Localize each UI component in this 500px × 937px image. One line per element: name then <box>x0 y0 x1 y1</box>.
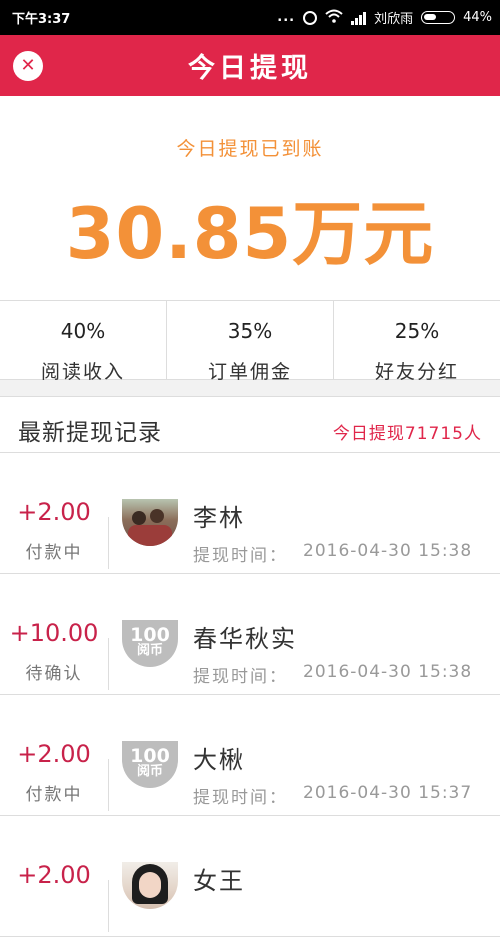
record-status: 待确认 <box>25 664 83 684</box>
stat-percent: 25% <box>394 319 440 343</box>
income-breakdown: 40% 阅读收入 35% 订单佣金 25% 好友分红 <box>0 300 500 383</box>
status-icons: ... 刘欣雨 44% <box>277 8 492 27</box>
record-name: 女王 <box>193 867 245 895</box>
avatar-logo-text: 阅币 <box>136 764 163 779</box>
avatar-logo-text: 阅币 <box>136 643 163 658</box>
app-header: 今日提现 ✕ <box>0 35 500 96</box>
record-amount: +2.00 <box>17 498 91 526</box>
stat-percent: 40% <box>60 319 106 343</box>
stat-reading-income: 40% 阅读收入 <box>0 301 167 383</box>
section-divider <box>0 380 500 397</box>
list-item[interactable]: +2.00 付款中 李林 提现时间： 2016-04-30 15:38 <box>0 453 500 574</box>
records-count: 今日提现71715人 <box>332 424 482 444</box>
records-list: +2.00 付款中 李林 提现时间： 2016-04-30 15:38 +10.… <box>0 453 500 937</box>
wifi-icon <box>325 9 343 27</box>
record-time-label: 提现时间： <box>193 667 288 687</box>
avatar: 100 阅币 <box>122 741 178 788</box>
status-bar: 下午3:37 ... 刘欣雨 44% <box>0 0 500 35</box>
records-header: 最新提现记录 今日提现71715人 <box>0 397 500 453</box>
record-time: 2016-04-30 15:38 <box>303 662 473 682</box>
record-time-label: 提现时间： <box>193 546 288 566</box>
stat-friend-bonus: 25% 好友分红 <box>334 301 500 383</box>
avatar: 100 阅币 <box>122 620 178 667</box>
battery-icon <box>421 11 456 24</box>
record-amount: +2.00 <box>17 861 91 889</box>
record-amount: +10.00 <box>9 619 99 647</box>
list-item[interactable]: +10.00 待确认 100 阅币 春华秋实 提现时间： 2016-04-30 … <box>0 574 500 695</box>
battery-level: 44% <box>463 10 492 25</box>
status-time: 下午3:37 <box>12 12 71 27</box>
list-item[interactable]: +2.00 女王 <box>0 816 500 937</box>
signal-icon <box>351 11 367 25</box>
record-status: 付款中 <box>25 785 83 805</box>
alarm-icon <box>303 10 318 25</box>
withdraw-summary: 今日提现已到账 30.85万元 <box>0 96 500 300</box>
summary-amount: 30.85万元 <box>65 193 435 275</box>
record-status: 付款中 <box>25 543 83 563</box>
record-time: 2016-04-30 15:37 <box>303 783 473 803</box>
record-name: 李林 <box>193 504 245 532</box>
record-time-label: 提现时间： <box>193 788 288 808</box>
record-divider <box>108 517 109 569</box>
list-item[interactable]: +2.00 付款中 100 阅币 大楸 提现时间： 2016-04-30 15:… <box>0 695 500 816</box>
record-divider <box>108 759 109 811</box>
record-name: 春华秋实 <box>193 625 297 653</box>
avatar <box>122 862 178 909</box>
record-time: 2016-04-30 15:38 <box>303 541 473 561</box>
carrier-name: 刘欣雨 <box>374 12 414 27</box>
more-dots-icon: ... <box>277 10 296 25</box>
close-icon[interactable]: ✕ <box>13 51 43 81</box>
avatar <box>122 499 178 546</box>
records-title: 最新提现记录 <box>18 420 162 446</box>
record-amount: +2.00 <box>17 740 91 768</box>
record-name: 大楸 <box>193 746 245 774</box>
stat-order-commission: 35% 订单佣金 <box>167 301 334 383</box>
record-divider <box>108 638 109 690</box>
page-title: 今日提现 <box>188 53 312 84</box>
stat-percent: 35% <box>227 319 273 343</box>
record-divider <box>108 880 109 932</box>
summary-subtitle: 今日提现已到账 <box>176 138 324 160</box>
